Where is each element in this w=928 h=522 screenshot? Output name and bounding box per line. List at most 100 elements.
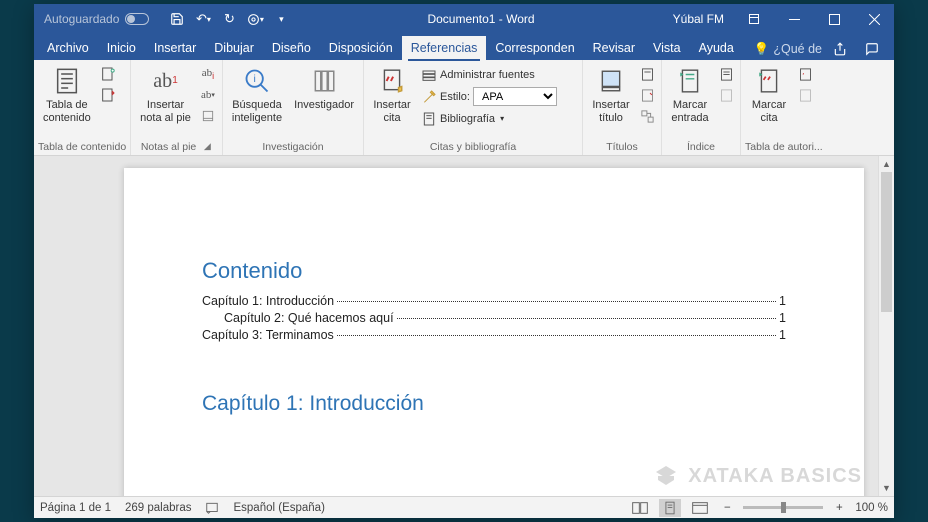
toc-entry[interactable]: Capítulo 1: Introducción 1 xyxy=(202,294,786,308)
autosave-label: Autoguardado xyxy=(44,12,119,26)
undo-button[interactable]: ↶▾ xyxy=(191,6,215,32)
mark-citation-label: Marcar cita xyxy=(752,99,786,125)
page-indicator[interactable]: Página 1 de 1 xyxy=(40,502,111,514)
proofing-icon[interactable] xyxy=(205,501,219,515)
maximize-button[interactable] xyxy=(814,4,854,34)
group-research-label: Investigación xyxy=(227,139,359,155)
smart-lookup-button[interactable]: i Búsqueda inteligente xyxy=(227,62,287,125)
bibliography-button[interactable]: Bibliografía ▾ xyxy=(418,108,578,129)
add-text-button[interactable] xyxy=(98,64,118,84)
group-research: i Búsqueda inteligente Investigador Inve… xyxy=(223,60,364,155)
insert-footnote-button[interactable]: ab1 Insertar nota al pie xyxy=(135,62,196,125)
tab-diseno[interactable]: Diseño xyxy=(263,36,320,60)
update-authorities-button[interactable] xyxy=(795,85,815,105)
update-index-button[interactable] xyxy=(716,85,736,105)
tab-disposicion[interactable]: Disposición xyxy=(320,36,402,60)
touch-mode-button[interactable]: ▾ xyxy=(243,6,267,32)
language-indicator[interactable]: Español (España) xyxy=(233,502,324,514)
scroll-down-icon[interactable]: ▼ xyxy=(879,480,894,496)
qat-customize-button[interactable]: ▾ xyxy=(269,6,293,32)
lightbulb-icon: 💡 xyxy=(754,42,770,57)
smart-lookup-label: Búsqueda inteligente xyxy=(232,99,282,125)
tab-archivo[interactable]: Archivo xyxy=(38,36,98,60)
comments-button[interactable] xyxy=(858,38,886,60)
toc-entry-text: Capítulo 2: Qué hacemos aquí xyxy=(224,311,394,325)
insert-endnote-button[interactable]: abi xyxy=(198,64,218,84)
update-figures-button[interactable] xyxy=(637,85,657,105)
mark-entry-icon xyxy=(674,65,706,97)
toc-entry-text: Capítulo 3: Terminamos xyxy=(202,328,334,342)
web-layout-button[interactable] xyxy=(689,499,711,517)
tab-inicio[interactable]: Inicio xyxy=(98,36,145,60)
document-canvas: Contenido Capítulo 1: Introducción 1 Cap… xyxy=(34,156,894,496)
group-authorities-label: Tabla de autori... xyxy=(745,139,823,155)
citation-style-select[interactable]: APA xyxy=(473,87,557,106)
insert-table-figures-button[interactable] xyxy=(637,64,657,84)
next-footnote-button[interactable]: ab▾ xyxy=(198,85,218,105)
document-page[interactable]: Contenido Capítulo 1: Introducción 1 Cap… xyxy=(124,168,864,496)
table-of-contents-button[interactable]: Tabla de contenido xyxy=(38,62,96,125)
status-bar: Página 1 de 1 269 palabras Español (Espa… xyxy=(34,496,894,518)
tab-correspondencia[interactable]: Corresponden xyxy=(486,36,583,60)
tab-ayuda[interactable]: Ayuda xyxy=(690,36,743,60)
insert-citation-button[interactable]: Insertar cita xyxy=(368,62,416,125)
mark-citation-button[interactable]: Marcar cita xyxy=(745,62,793,125)
toc-entry[interactable]: Capítulo 2: Qué hacemos aquí 1 xyxy=(202,311,786,325)
tell-me-search[interactable]: 💡 ¿Qué de xyxy=(754,42,822,57)
tab-referencias[interactable]: Referencias xyxy=(402,36,487,60)
read-mode-button[interactable] xyxy=(629,499,651,517)
cross-reference-button[interactable] xyxy=(637,106,657,126)
scroll-up-icon[interactable]: ▲ xyxy=(879,156,894,172)
footnote-icon: ab1 xyxy=(150,65,182,97)
scroll-thumb[interactable] xyxy=(881,172,892,312)
group-toc: Tabla de contenido Tabla de contenido xyxy=(34,60,131,155)
footnotes-dialog-launcher[interactable]: ◢ xyxy=(204,141,218,155)
zoom-out-button[interactable]: − xyxy=(719,502,735,514)
show-notes-button[interactable] xyxy=(198,106,218,126)
insert-authorities-button[interactable] xyxy=(795,64,815,84)
word-count[interactable]: 269 palabras xyxy=(125,502,192,514)
zoom-level[interactable]: 100 % xyxy=(855,502,888,514)
close-button[interactable] xyxy=(854,4,894,34)
manage-sources-label: Administrar fuentes xyxy=(440,69,535,81)
toc-leader-dots xyxy=(337,301,776,302)
print-layout-button[interactable] xyxy=(659,499,681,517)
toc-label: Tabla de contenido xyxy=(43,99,91,125)
user-name[interactable]: Yúbal FM xyxy=(663,12,734,26)
group-footnotes-label: Notas al pie xyxy=(135,139,202,155)
toc-entry-text: Capítulo 1: Introducción xyxy=(202,294,334,308)
tab-revisar[interactable]: Revisar xyxy=(584,36,644,60)
title-bar: Autoguardado ↶▾ ↻ ▾ ▾ Documento1 - Word … xyxy=(34,4,894,34)
tab-vista[interactable]: Vista xyxy=(644,36,690,60)
mark-entry-label: Marcar entrada xyxy=(671,99,708,125)
toc-leader-dots xyxy=(397,318,776,319)
group-index: Marcar entrada Índice xyxy=(662,60,741,155)
zoom-slider[interactable] xyxy=(743,506,823,509)
heading-1: Capítulo 1: Introducción xyxy=(202,392,786,416)
redo-button[interactable]: ↻ xyxy=(217,6,241,32)
tab-dibujar[interactable]: Dibujar xyxy=(205,36,263,60)
insert-caption-button[interactable]: Insertar título xyxy=(587,62,635,125)
manage-sources-button[interactable]: Administrar fuentes xyxy=(418,64,578,85)
researcher-label: Investigador xyxy=(294,99,354,112)
group-captions: Insertar título Títulos xyxy=(583,60,662,155)
group-toc-label: Tabla de contenido xyxy=(38,139,126,155)
quick-access-toolbar: ↶▾ ↻ ▾ ▾ xyxy=(159,6,299,32)
vertical-scrollbar[interactable]: ▲ ▼ xyxy=(878,156,894,496)
zoom-in-button[interactable]: + xyxy=(831,502,847,514)
autosave-toggle[interactable]: Autoguardado xyxy=(34,12,159,26)
share-button[interactable] xyxy=(826,38,854,60)
researcher-button[interactable]: Investigador xyxy=(289,62,359,112)
group-footnotes: ab1 Insertar nota al pie abi ab▾ Notas a… xyxy=(131,60,223,155)
update-toc-button[interactable] xyxy=(98,85,118,105)
ribbon-tabs: Archivo Inicio Insertar Dibujar Diseño D… xyxy=(34,34,894,60)
insert-citation-label: Insertar cita xyxy=(373,99,410,125)
toc-entry[interactable]: Capítulo 3: Terminamos 1 xyxy=(202,328,786,342)
insert-index-button[interactable] xyxy=(716,64,736,84)
mark-entry-button[interactable]: Marcar entrada xyxy=(666,62,714,125)
tab-insertar[interactable]: Insertar xyxy=(145,36,205,60)
save-button[interactable] xyxy=(165,6,189,32)
ribbon-options-button[interactable] xyxy=(734,4,774,34)
minimize-button[interactable] xyxy=(774,4,814,34)
word-window: Autoguardado ↶▾ ↻ ▾ ▾ Documento1 - Word … xyxy=(34,4,894,518)
